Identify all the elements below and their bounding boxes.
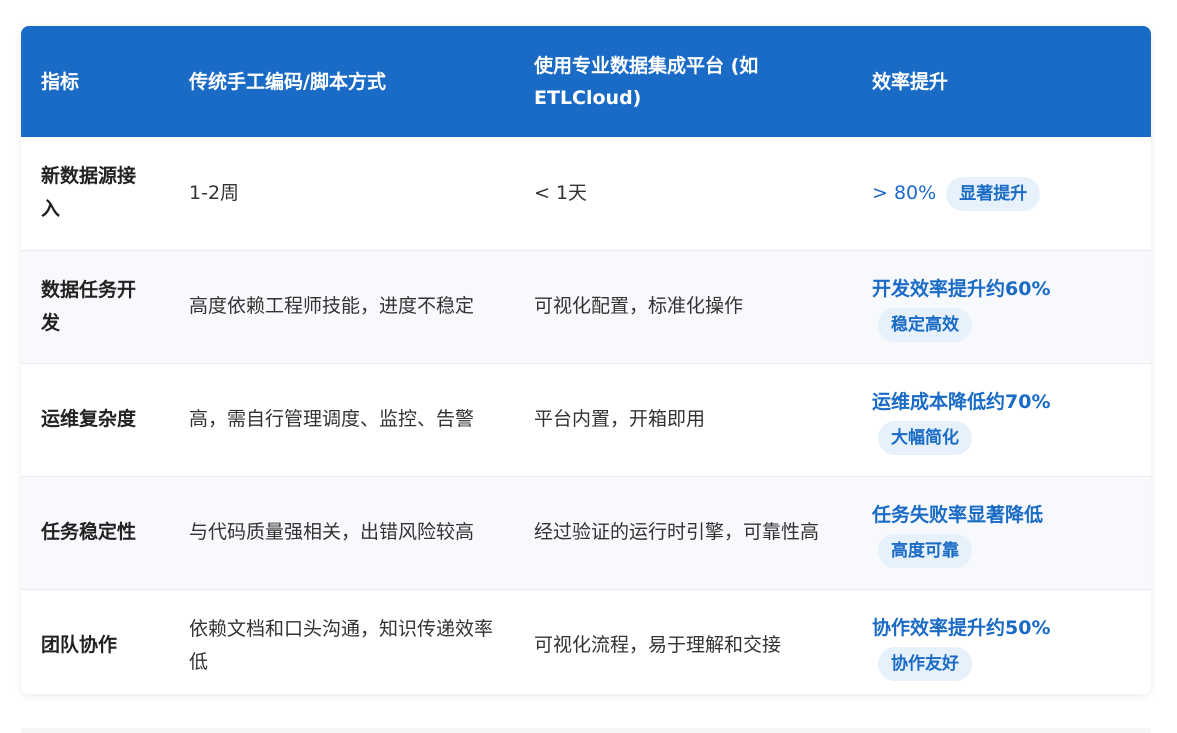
metric-cell: 新数据源接入 — [41, 165, 137, 221]
gain-text: > 80% — [872, 182, 937, 205]
metric-cell: 团队协作 — [41, 634, 118, 657]
table-row: 新数据源接入 1-2周 < 1天 > 80% 显著提升 — [21, 137, 1151, 250]
traditional-cell: 与代码质量强相关，出错风险较高 — [189, 521, 475, 543]
status-badge: 高度可靠 — [878, 534, 972, 568]
traditional-cell: 依赖文档和口头沟通，知识传递效率低 — [189, 617, 494, 673]
status-badge: 大幅简化 — [878, 421, 972, 455]
platform-cell: 平台内置，开箱即用 — [534, 408, 706, 430]
table-row: 数据任务开发 高度依赖工程师技能，进度不稳定 可视化配置，标准化操作 开发效率提… — [21, 250, 1151, 363]
header-platform: 使用专业数据集成平台 (如 ETLCloud) — [534, 54, 759, 109]
gain-text: 协作效率提升约50% — [872, 616, 1051, 639]
traditional-cell: 高度依赖工程师技能，进度不稳定 — [189, 295, 475, 317]
table-row: 运维复杂度 高，需自行管理调度、监控、告警 平台内置，开箱即用 运维成本降低约7… — [21, 363, 1151, 476]
platform-cell: 可视化配置，标准化操作 — [534, 295, 744, 317]
table-header: 指标 传统手工编码/脚本方式 使用专业数据集成平台 (如 ETLCloud) 效… — [21, 26, 1151, 137]
gain-cell: 任务失败率显著降低高度可靠 — [852, 476, 1151, 589]
metric-cell: 数据任务开发 — [41, 278, 137, 334]
comparison-table: 指标 传统手工编码/脚本方式 使用专业数据集成平台 (如 ETLCloud) 效… — [21, 26, 1151, 694]
table-row: 团队协作 依赖文档和口头沟通，知识传递效率低 可视化流程，易于理解和交接 协作效… — [21, 589, 1151, 694]
header-gain: 效率提升 — [872, 70, 949, 93]
table-row: 任务稳定性 与代码质量强相关，出错风险较高 经过验证的运行时引擎，可靠性高 任务… — [21, 476, 1151, 589]
traditional-cell: 高，需自行管理调度、监控、告警 — [189, 408, 475, 430]
platform-cell: 经过验证的运行时引擎，可靠性高 — [534, 521, 820, 543]
gain-cell: > 80% 显著提升 — [852, 137, 1151, 250]
status-badge: 显著提升 — [946, 176, 1041, 211]
metric-cell: 运维复杂度 — [41, 408, 137, 430]
platform-cell: < 1天 — [534, 181, 588, 204]
gain-cell: 开发效率提升约60% 稳定高效 — [852, 250, 1151, 363]
gain-text: 任务失败率显著降低 — [872, 503, 1044, 526]
header-row: 指标 传统手工编码/脚本方式 使用专业数据集成平台 (如 ETLCloud) 效… — [21, 26, 1151, 137]
gain-text: 开发效率提升约60% — [872, 277, 1051, 300]
traditional-cell: 1-2周 — [189, 181, 240, 204]
metric-cell: 任务稳定性 — [41, 521, 137, 543]
gain-text: 运维成本降低约70% — [872, 390, 1051, 413]
table-body: 新数据源接入 1-2周 < 1天 > 80% 显著提升 数据任务开发 高度依赖工程… — [21, 137, 1151, 694]
next-section-edge — [21, 728, 1151, 733]
platform-cell: 可视化流程，易于理解和交接 — [534, 634, 782, 657]
gain-cell: 运维成本降低约70% 大幅简化 — [852, 363, 1151, 476]
status-badge: 稳定高效 — [878, 308, 972, 342]
gain-cell: 协作效率提升约50% 协作友好 — [852, 589, 1151, 694]
status-badge: 协作友好 — [878, 647, 972, 682]
comparison-table-grid: 指标 传统手工编码/脚本方式 使用专业数据集成平台 (如 ETLCloud) 效… — [21, 26, 1151, 694]
header-traditional: 传统手工编码/脚本方式 — [189, 70, 386, 93]
header-metric: 指标 — [41, 70, 80, 93]
